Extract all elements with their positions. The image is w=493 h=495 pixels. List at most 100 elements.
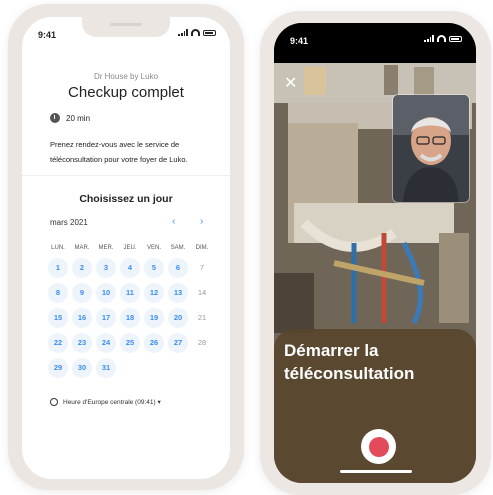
close-icon[interactable]: ✕ [284, 73, 297, 93]
weekday-label: SAM. [170, 245, 186, 251]
page-title: Checkup complet [68, 84, 184, 101]
calendar-day[interactable]: 19 [142, 305, 166, 330]
calendar-day-number: 23 [72, 332, 92, 353]
duration-label: 20 min [66, 113, 91, 123]
calendar-day-number: 21 [197, 313, 207, 322]
calendar-day-number: 13 [168, 282, 188, 303]
calendar-grid: 1 2 3 4 5 6 7 8 9 10 11 12 13 14 15 16 17 18 19 20 21 22 23 24 2… [46, 255, 214, 380]
calendar-day[interactable]: 6 [166, 255, 190, 280]
calendar-day[interactable]: 13 [166, 280, 190, 305]
calendar-day-number: 9 [72, 282, 92, 303]
calendar-day[interactable]: 4 [118, 255, 142, 280]
record-button[interactable] [361, 429, 396, 464]
calendar-day[interactable]: 2 [70, 255, 94, 280]
calendar-day[interactable]: 27 [166, 330, 190, 355]
battery-icon [449, 35, 462, 42]
calendar-day: 21 [190, 305, 214, 330]
calendar-day-number: 3 [96, 257, 116, 278]
phone-frame-right: 9:41 ✕ Démarrer la téléconsultation [260, 11, 491, 495]
calendar-day[interactable]: 1 [46, 255, 70, 280]
calendar-day[interactable]: 5 [142, 255, 166, 280]
calendar-day [166, 355, 190, 380]
calendar-day: 28 [190, 330, 214, 355]
calendar-day[interactable]: 31 [94, 355, 118, 380]
calendar-day-number: 20 [168, 307, 188, 328]
calendar-day-number: 17 [96, 307, 116, 328]
calendar-day-number: 24 [96, 332, 116, 353]
calendar-day[interactable]: 24 [94, 330, 118, 355]
choose-day-heading: Choisissez un jour [79, 193, 173, 205]
calendar-day[interactable]: 23 [70, 330, 94, 355]
signal-icon [424, 35, 434, 42]
weekday-header: LUN. MAR. MER. JEU. VEN. SAM. DIM. [46, 245, 214, 251]
calendar-day[interactable]: 8 [46, 280, 70, 305]
calendar-day: 7 [190, 255, 214, 280]
calendar-day-number: 26 [144, 332, 164, 353]
calendar-day[interactable]: 12 [142, 280, 166, 305]
calendar-day[interactable]: 3 [94, 255, 118, 280]
status-time: 9:41 [290, 36, 309, 46]
booking-screen: 9:41 Dr House by Luko Checkup complet 20… [22, 17, 230, 479]
divider [22, 175, 230, 176]
timezone-label: Heure d'Europe centrale (09:41) ▾ [63, 399, 161, 406]
calendar-day-number: 27 [168, 332, 188, 353]
globe-icon [50, 398, 58, 406]
calendar-day [190, 355, 214, 380]
start-consultation-panel: Démarrer la téléconsultation [274, 329, 476, 483]
description: Prenez rendez-vous avec le service de té… [50, 140, 188, 164]
calendar-day-number: 28 [197, 338, 207, 347]
video-call-screen: 9:41 ✕ Démarrer la téléconsultation [274, 23, 476, 483]
clock-icon [50, 113, 60, 123]
calendar-day [118, 355, 142, 380]
weekday-label: MER. [98, 245, 114, 251]
doctor-portrait [393, 95, 469, 202]
calendar-day[interactable]: 20 [166, 305, 190, 330]
wifi-icon [437, 35, 446, 42]
calendar-day[interactable]: 17 [94, 305, 118, 330]
speaker [110, 23, 142, 26]
duration: 20 min [50, 113, 90, 123]
calendar-day-number: 16 [72, 307, 92, 328]
phone-frame-left: 9:41 Dr House by Luko Checkup complet 20… [8, 4, 244, 490]
calendar-day-number: 19 [144, 307, 164, 328]
status-time: 9:41 [38, 30, 57, 40]
wifi-icon [191, 29, 200, 36]
calendar-day-number: 31 [96, 357, 116, 378]
timezone-select[interactable]: Heure d'Europe centrale (09:41) ▾ [50, 398, 161, 406]
calendar-day-number: 10 [96, 282, 116, 303]
prev-month-button[interactable]: ‹ [172, 216, 175, 227]
home-indicator [340, 470, 412, 473]
calendar-day-number: 14 [197, 288, 207, 297]
calendar-day[interactable]: 9 [70, 280, 94, 305]
weekday-label: VEN. [146, 245, 161, 251]
brand-name: Dr House by Luko [93, 72, 159, 81]
weekday-label: LUN. [51, 245, 65, 251]
calendar-day[interactable]: 15 [46, 305, 70, 330]
calendar-day[interactable]: 29 [46, 355, 70, 380]
weekday-label: MAR. [74, 245, 90, 251]
calendar-day-number: 29 [48, 357, 68, 378]
status-icons [178, 29, 216, 36]
calendar-day-number: 25 [120, 332, 140, 353]
calendar-day[interactable]: 26 [142, 330, 166, 355]
calendar-day-number: 2 [72, 257, 92, 278]
doctor-video-thumbnail [392, 94, 470, 203]
calendar-day[interactable]: 16 [70, 305, 94, 330]
notch [82, 17, 170, 37]
calendar-day[interactable]: 25 [118, 330, 142, 355]
calendar-day[interactable]: 18 [118, 305, 142, 330]
calendar-day[interactable]: 22 [46, 330, 70, 355]
start-consultation-title: Démarrer la téléconsultation [284, 341, 415, 383]
battery-icon [203, 29, 216, 36]
signal-icon [178, 29, 188, 36]
calendar-day[interactable]: 11 [118, 280, 142, 305]
calendar-day-number: 5 [144, 257, 164, 278]
calendar-day-number: 6 [168, 257, 188, 278]
calendar-day[interactable]: 30 [70, 355, 94, 380]
calendar-day-number: 12 [144, 282, 164, 303]
next-month-button[interactable]: › [200, 216, 203, 227]
calendar-day[interactable]: 10 [94, 280, 118, 305]
weekday-label: DIM. [195, 245, 209, 251]
calendar-day-number: 15 [48, 307, 68, 328]
calendar-day-number: 11 [120, 282, 140, 303]
